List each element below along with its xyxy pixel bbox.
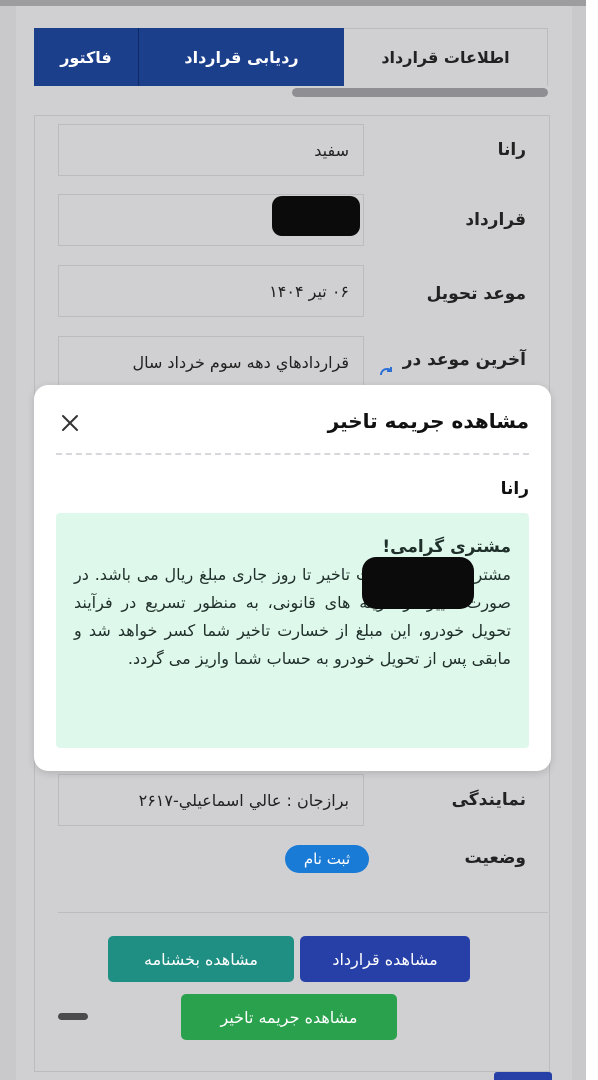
status-badge: ثبت نام bbox=[285, 845, 369, 873]
view-circular-button[interactable]: مشاهده بخشنامه bbox=[108, 936, 294, 982]
app-screen: اطلاعات قرارداد ردیابی قرارداد فاکتور را… bbox=[0, 0, 586, 1080]
tab-contract-info[interactable]: اطلاعات قرارداد bbox=[344, 28, 548, 86]
field-agency: برازجان : عالي اسماعيلي-۲۶۱۷ bbox=[58, 774, 364, 826]
field-last-deadline: قراردادهاي دهه سوم خرداد سال bbox=[58, 336, 364, 388]
penalty-alert: مشتری گرامی! مشتری محترم خسارت تاخیر تا … bbox=[56, 513, 529, 748]
modal-title: مشاهده جریمه تاخیر bbox=[327, 409, 529, 433]
tab-invoice[interactable]: فاکتور bbox=[34, 28, 138, 86]
close-icon[interactable] bbox=[60, 413, 80, 433]
view-penalty-button[interactable]: مشاهده جریمه تاخیر bbox=[181, 994, 397, 1040]
penalty-modal: مشاهده جریمه تاخیر رانا مشتری گرامی! مشت… bbox=[34, 385, 551, 771]
redaction-mark bbox=[362, 557, 474, 609]
label-last-deadline: آخرین موعد در bbox=[402, 350, 526, 370]
right-edge bbox=[586, 0, 598, 1080]
label-status: وضعیت bbox=[464, 848, 526, 868]
label-rana: رانا bbox=[497, 140, 526, 160]
redaction-mark bbox=[272, 196, 360, 236]
refresh-icon[interactable] bbox=[376, 364, 398, 386]
label-agency: نمایندگی bbox=[451, 790, 526, 810]
bottom-button-partial[interactable] bbox=[494, 1072, 552, 1080]
field-color: سفید bbox=[58, 124, 364, 176]
view-contract-button[interactable]: مشاهده قرارداد bbox=[300, 936, 470, 982]
tab-scrollbar[interactable] bbox=[292, 88, 548, 97]
redaction-mark bbox=[58, 1013, 88, 1020]
modal-car-name: رانا bbox=[500, 479, 529, 499]
modal-divider bbox=[56, 453, 529, 455]
tab-bar: اطلاعات قرارداد ردیابی قرارداد فاکتور bbox=[34, 28, 548, 86]
field-delivery-date: ۰۶ تیر ۱۴۰۴ bbox=[58, 265, 364, 317]
tab-contract-tracking[interactable]: ردیابی قرارداد bbox=[138, 28, 344, 86]
label-contract: قرارداد bbox=[465, 210, 526, 230]
label-delivery-date: موعد تحویل bbox=[426, 284, 526, 304]
divider bbox=[58, 912, 548, 913]
